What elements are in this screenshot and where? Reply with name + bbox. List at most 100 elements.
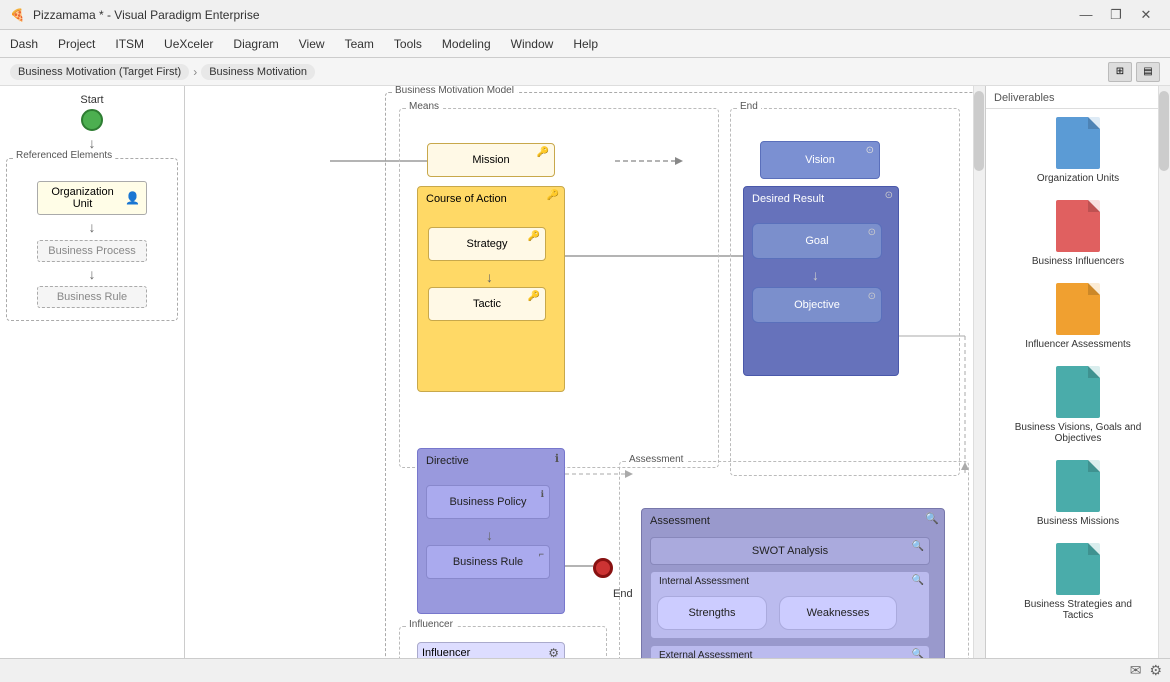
swot-node[interactable]: SWOT Analysis 🔍 xyxy=(650,537,930,565)
weaknesses-node[interactable]: Weaknesses xyxy=(779,596,897,630)
breadcrumb: Business Motivation (Target First) › Bus… xyxy=(0,58,1170,86)
swot-icon: 🔍 xyxy=(912,541,924,552)
goal-node[interactable]: Goal ⊙ xyxy=(752,223,882,259)
org-units-label: Organization Units xyxy=(1037,173,1119,184)
arrow-down-3: ↓ xyxy=(15,266,169,283)
breadcrumb-icon-btn-2[interactable]: ▤ xyxy=(1136,62,1160,82)
internal-assessment-node[interactable]: Internal Assessment 🔍 Strengths Weakness… xyxy=(650,571,930,639)
right-panel-scroll-thumb[interactable] xyxy=(1159,91,1169,171)
org-units-icon xyxy=(1056,117,1100,169)
deliverables-header: Deliverables xyxy=(986,86,1170,109)
biz-rule-label: Business Rule xyxy=(57,291,127,303)
biz-rule-dir-node[interactable]: Business Rule ⌐ xyxy=(426,545,550,579)
biz-missions-label: Business Missions xyxy=(1037,516,1119,527)
maximize-button[interactable]: ❐ xyxy=(1102,4,1130,26)
menu-project[interactable]: Project xyxy=(48,30,105,57)
titlebar: 🍕 Pizzamama * - Visual Paradigm Enterpri… xyxy=(0,0,1170,30)
menu-uexceler[interactable]: UeXceler xyxy=(154,30,223,57)
end-label: End xyxy=(737,101,761,112)
referenced-elements-section: Referenced Elements Organization Unit 👤 … xyxy=(6,158,178,322)
external-assessment-node[interactable]: External Assessment 🔍 Opportunities Thre… xyxy=(650,645,930,658)
menu-tools[interactable]: Tools xyxy=(384,30,432,57)
deliverable-biz-missions[interactable]: Business Missions xyxy=(986,452,1170,535)
menu-dash[interactable]: Dash xyxy=(0,30,48,57)
influencer-area-label: Influencer xyxy=(406,619,456,630)
arrow-down-2: ↓ xyxy=(15,219,169,236)
email-icon[interactable]: ✉ xyxy=(1130,662,1142,679)
deliverable-biz-strategies[interactable]: Business Strategies and Tactics xyxy=(986,535,1170,629)
assessment-search-icon: 🔍 xyxy=(925,512,939,525)
deliverable-influencer-assessments[interactable]: Influencer Assessments xyxy=(986,275,1170,358)
tactic-node[interactable]: Tactic 🔑 xyxy=(428,287,546,321)
menu-itsm[interactable]: ITSM xyxy=(105,30,154,57)
breadcrumb-icons: ⊞ ▤ xyxy=(1108,62,1160,82)
desired-result-node[interactable]: Desired Result ⊙ Goal ⊙ ↓ Objective ⊙ xyxy=(743,186,899,376)
referenced-elements-label: Referenced Elements xyxy=(13,150,115,161)
breadcrumb-item-2[interactable]: Business Motivation xyxy=(201,64,315,80)
course-of-action-node[interactable]: Course of Action 🔑 Strategy 🔑 ↓ Tactic 🔑 xyxy=(417,186,565,392)
menu-modeling[interactable]: Modeling xyxy=(432,30,501,57)
person-icon: 👤 xyxy=(125,191,140,205)
biz-rule-box[interactable]: Business Rule xyxy=(37,286,147,308)
breadcrumb-label-2: Business Motivation xyxy=(209,66,307,78)
start-circle xyxy=(81,109,103,131)
biz-influencers-icon xyxy=(1056,200,1100,252)
assessment-inner-node[interactable]: Assessment 🔍 SWOT Analysis 🔍 Internal As… xyxy=(641,508,945,658)
mission-node[interactable]: Mission 🔑 xyxy=(427,143,555,177)
influencer-assessments-icon xyxy=(1056,283,1100,335)
arrow-bp: ↓ xyxy=(486,527,493,543)
vision-icon: ⊙ xyxy=(866,145,874,156)
breadcrumb-icon-btn-1[interactable]: ⊞ xyxy=(1108,62,1132,82)
canvas[interactable]: Business Motivation Model Means End Asse… xyxy=(185,86,985,658)
biz-visions-icon xyxy=(1056,366,1100,418)
main-area: Start ↓ Referenced Elements Organization… xyxy=(0,86,1170,658)
menu-diagram[interactable]: Diagram xyxy=(223,30,288,57)
directive-node[interactable]: Directive ℹ Business Policy ℹ ↓ Business… xyxy=(417,448,565,614)
strengths-node[interactable]: Strengths xyxy=(657,596,767,630)
coa-icon: 🔑 xyxy=(547,190,559,201)
influencer-inner-node[interactable]: Influencer ⚙ xyxy=(417,642,565,658)
title-text: Pizzamama * - Visual Paradigm Enterprise xyxy=(33,8,1072,22)
mission-icon: 🔑 xyxy=(537,147,549,158)
means-label: Means xyxy=(406,101,442,112)
menubar: Dash Project ITSM UeXceler Diagram View … xyxy=(0,30,1170,58)
minimize-button[interactable]: — xyxy=(1072,4,1100,26)
breadcrumb-label-1: Business Motivation (Target First) xyxy=(18,66,181,78)
menu-view[interactable]: View xyxy=(289,30,335,57)
breadcrumb-item-1[interactable]: Business Motivation (Target First) xyxy=(10,64,189,80)
breadcrumb-arrow: › xyxy=(193,65,197,79)
biz-strategies-icon xyxy=(1056,543,1100,595)
directive-icon: ℹ xyxy=(555,452,559,465)
canvas-scroll-thumb[interactable] xyxy=(974,91,984,171)
right-panel-scrollbar[interactable] xyxy=(1158,86,1170,658)
org-unit-label: Organization Unit xyxy=(44,186,121,210)
menu-team[interactable]: Team xyxy=(335,30,384,57)
objective-node[interactable]: Objective ⊙ xyxy=(752,287,882,323)
influencer-gear-icon: ⚙ xyxy=(548,646,559,658)
deliverable-biz-influencers[interactable]: Business Influencers xyxy=(986,192,1170,275)
biz-influencers-label: Business Influencers xyxy=(1032,256,1124,267)
end-circle-label: End xyxy=(613,588,633,600)
tactic-icon: 🔑 xyxy=(528,291,540,302)
external-search-icon: 🔍 xyxy=(912,649,924,658)
settings-icon[interactable]: ⚙ xyxy=(1149,662,1162,679)
org-unit-box[interactable]: Organization Unit 👤 xyxy=(37,181,147,215)
biz-process-box[interactable]: Business Process xyxy=(37,240,147,262)
canvas-scrollbar[interactable] xyxy=(973,86,985,658)
internal-search-icon: 🔍 xyxy=(912,575,924,586)
strategy-icon: 🔑 xyxy=(528,231,540,242)
biz-policy-node[interactable]: Business Policy ℹ xyxy=(426,485,550,519)
app-icon: 🍕 xyxy=(10,8,25,22)
vision-node[interactable]: Vision ⊙ xyxy=(760,141,880,179)
arrow-go: ↓ xyxy=(812,267,819,283)
statusbar: ✉ ⚙ xyxy=(0,658,1170,682)
right-panel: Deliverables Organization Units Business… xyxy=(985,86,1170,658)
close-button[interactable]: ✕ xyxy=(1132,4,1160,26)
menu-help[interactable]: Help xyxy=(563,30,608,57)
biz-process-label: Business Process xyxy=(48,245,135,257)
deliverable-biz-visions[interactable]: Business Visions, Goals and Objectives xyxy=(986,358,1170,452)
deliverable-org-units[interactable]: Organization Units xyxy=(986,109,1170,192)
strategy-node[interactable]: Strategy 🔑 xyxy=(428,227,546,261)
menu-window[interactable]: Window xyxy=(501,30,564,57)
desired-result-icon: ⊙ xyxy=(885,190,893,201)
